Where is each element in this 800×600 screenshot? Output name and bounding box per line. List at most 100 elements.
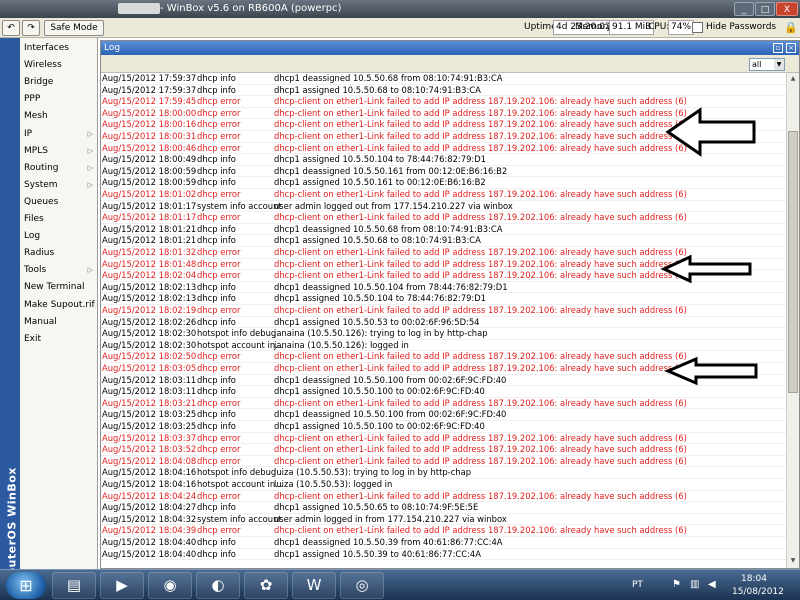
log-filter-bar: all ▼	[101, 55, 799, 73]
sidebar-item-mesh[interactable]: Mesh	[20, 108, 98, 125]
table-row[interactable]: Aug/15/2012 18:04:24 dhcp error dhcp-clien…	[101, 491, 786, 503]
table-row[interactable]: Aug/15/2012 18:02:19 dhcp error dhcp-clien…	[101, 305, 786, 317]
table-row[interactable]: Aug/15/2012 18:04:40 dhcp info dhcp1 assig…	[101, 549, 786, 561]
scrollbar-thumb[interactable]	[788, 131, 798, 393]
redo-button[interactable]: ↷	[22, 20, 40, 36]
scroll-down-icon[interactable]: ▼	[788, 555, 798, 566]
sidebar-item-wireless[interactable]: Wireless	[20, 57, 98, 74]
hide-passwords-checkbox[interactable]	[692, 22, 703, 33]
table-row[interactable]: Aug/15/2012 17:59:45 dhcp error dhcp-clien…	[101, 96, 786, 108]
table-row[interactable]: Aug/15/2012 18:03:21 dhcp error dhcp-clien…	[101, 398, 786, 410]
log-message-cell: dhcp1 assigned 10.5.50.53 to 00:02:6F:96…	[274, 316, 480, 327]
sidebar-item-new-terminal[interactable]: New Terminal	[20, 279, 98, 296]
sidebar-item-label: Queues	[24, 196, 59, 207]
table-row[interactable]: Aug/15/2012 18:04:27 dhcp info dhcp1 assig…	[101, 502, 786, 514]
sidebar-item-exit[interactable]: Exit	[20, 331, 98, 348]
sidebar-item-mpls[interactable]: MPLS ▷	[20, 143, 98, 160]
sidebar-item-log[interactable]: Log	[20, 228, 98, 245]
table-row[interactable]: Aug/15/2012 18:01:02 dhcp error dhcp-clien…	[101, 189, 786, 201]
table-row[interactable]: Aug/15/2012 17:59:37 dhcp info dhcp1 deass…	[101, 73, 786, 85]
log-restore-button[interactable]: ▫	[773, 43, 783, 53]
sidebar-item-radius[interactable]: Radius	[20, 245, 98, 262]
table-row[interactable]: Aug/15/2012 18:01:17 system info account u…	[101, 201, 786, 213]
language-indicator[interactable]: PT	[632, 580, 643, 590]
table-row[interactable]: Aug/15/2012 18:04:16 hotspot info debug lu…	[101, 467, 786, 479]
table-row[interactable]: Aug/15/2012 18:04:39 dhcp error dhcp-clien…	[101, 525, 786, 537]
notification-icon[interactable]: ⚑	[672, 579, 681, 590]
messenger-icon: ✿	[259, 576, 273, 594]
sidebar-item-queues[interactable]: Queues	[20, 194, 98, 211]
log-time-cell: Aug/15/2012 18:04:16	[102, 467, 197, 478]
sidebar-item-make-supout-rif[interactable]: Make Supout.rif	[20, 297, 98, 314]
log-close-button[interactable]: ×	[786, 43, 796, 53]
table-row[interactable]: Aug/15/2012 18:04:32 system info account u…	[101, 514, 786, 526]
log-message-cell: user admin logged in from 177.154.210.22…	[274, 513, 507, 524]
sidebar-item-system[interactable]: System ▷	[20, 177, 98, 194]
annotation-arrow-3	[664, 356, 758, 386]
sidebar-item-bridge[interactable]: Bridge	[20, 74, 98, 91]
table-row[interactable]: Aug/15/2012 18:02:30 hotspot account in..…	[101, 340, 786, 352]
redo-icon: ↷	[27, 23, 35, 33]
table-row[interactable]: Aug/15/2012 18:02:13 dhcp info dhcp1 assig…	[101, 293, 786, 305]
log-filter-select[interactable]: all ▼	[749, 58, 785, 71]
clock-time[interactable]: 18:04	[732, 574, 776, 584]
log-scrollbar[interactable]: ▲ ▼	[786, 73, 799, 568]
taskbar-app-chrome[interactable]: ◉	[148, 572, 192, 599]
table-row[interactable]: Aug/15/2012 18:03:25 dhcp info dhcp1 assig…	[101, 421, 786, 433]
scroll-up-icon[interactable]: ▲	[788, 73, 798, 84]
sidebar-menu: Interfaces Wireless Bridge PPP Mesh IP ▷ MPLS ▷ R…	[20, 38, 98, 569]
taskbar-app-folder[interactable]: ▤	[52, 572, 96, 599]
log-topic-cell: dhcp info	[197, 409, 236, 420]
table-row[interactable]: Aug/15/2012 17:59:37 dhcp info dhcp1 assig…	[101, 85, 786, 97]
table-row[interactable]: Aug/15/2012 18:04:08 dhcp error dhcp-clien…	[101, 456, 786, 468]
table-row[interactable]: Aug/15/2012 18:01:17 dhcp error dhcp-clien…	[101, 212, 786, 224]
volume-icon[interactable]: ◀	[708, 579, 716, 590]
network-icon[interactable]: ▥	[690, 579, 699, 590]
sidebar-item-ip[interactable]: IP ▷	[20, 126, 98, 143]
table-row[interactable]: Aug/15/2012 18:03:11 dhcp info dhcp1 assig…	[101, 386, 786, 398]
table-row[interactable]: Aug/15/2012 18:02:13 dhcp info dhcp1 deass…	[101, 282, 786, 294]
taskbar-app-firefox[interactable]: ◐	[196, 572, 240, 599]
log-topic-cell: dhcp error	[197, 107, 241, 118]
sidebar-item-files[interactable]: Files	[20, 211, 98, 228]
undo-button[interactable]: ↶	[2, 20, 20, 36]
log-message-cell: dhcp-client on ether1-Link failed to add…	[274, 270, 687, 281]
sidebar-item-tools[interactable]: Tools ▷	[20, 262, 98, 279]
table-row[interactable]: Aug/15/2012 18:00:59 dhcp info dhcp1 deass…	[101, 166, 786, 178]
table-row[interactable]: Aug/15/2012 18:00:59 dhcp info dhcp1 assig…	[101, 177, 786, 189]
minimize-button[interactable]: _	[734, 2, 754, 16]
table-row[interactable]: Aug/15/2012 18:03:52 dhcp error dhcp-clien…	[101, 444, 786, 456]
table-row[interactable]: Aug/15/2012 18:01:21 dhcp info dhcp1 deass…	[101, 224, 786, 236]
log-topic-cell: dhcp error	[197, 455, 241, 466]
taskbar-app-messenger[interactable]: ✿	[244, 572, 288, 599]
log-topic-cell: dhcp info	[197, 537, 236, 547]
sidebar-item-label: Interfaces	[24, 43, 69, 53]
sidebar-item-routing[interactable]: Routing ▷	[20, 160, 98, 177]
table-row[interactable]: Aug/15/2012 18:04:40 dhcp info dhcp1 deass…	[101, 537, 786, 549]
log-time-cell: Aug/15/2012 18:04:27	[102, 502, 197, 513]
safe-mode-button[interactable]: Safe Mode	[44, 20, 104, 36]
taskbar-app-winbox[interactable]: ◎	[340, 572, 384, 599]
close-button[interactable]: X	[776, 2, 798, 16]
sidebar-item-label: Wireless	[24, 60, 62, 71]
sidebar-item-ppp[interactable]: PPP	[20, 91, 98, 108]
log-message-cell: dhcp1 deassigned 10.5.50.104 from 78:44:…	[274, 281, 508, 292]
maximize-button[interactable]: □	[755, 2, 775, 16]
log-message-cell: dhcp1 assigned 10.5.50.161 to 00:12:0E:B…	[274, 177, 486, 188]
table-row[interactable]: Aug/15/2012 18:04:16 hotspot account in..…	[101, 479, 786, 491]
log-message-cell: dhcp-client on ether1-Link failed to add…	[274, 212, 687, 223]
taskbar-app-media-player[interactable]: ▶	[100, 572, 144, 599]
log-time-cell: Aug/15/2012 17:59:45	[102, 96, 197, 107]
table-row[interactable]: Aug/15/2012 18:01:21 dhcp info dhcp1 assig…	[101, 235, 786, 247]
table-row[interactable]: Aug/15/2012 18:03:25 dhcp info dhcp1 deass…	[101, 409, 786, 421]
sidebar-item-interfaces[interactable]: Interfaces	[20, 40, 98, 57]
sidebar-item-manual[interactable]: Manual	[20, 314, 98, 331]
clock-date[interactable]: 15/08/2012	[732, 587, 784, 597]
table-row[interactable]: Aug/15/2012 18:02:30 hotspot info debug ja…	[101, 328, 786, 340]
log-time-cell: Aug/15/2012 18:03:11	[102, 386, 197, 397]
start-button[interactable]: ⊞	[6, 572, 46, 599]
table-row[interactable]: Aug/15/2012 18:03:37 dhcp error dhcp-clien…	[101, 433, 786, 445]
taskbar-app-word[interactable]: W	[292, 572, 336, 599]
table-row[interactable]: Aug/15/2012 18:02:26 dhcp info dhcp1 assig…	[101, 317, 786, 329]
log-topic-cell: dhcp error	[197, 131, 241, 141]
